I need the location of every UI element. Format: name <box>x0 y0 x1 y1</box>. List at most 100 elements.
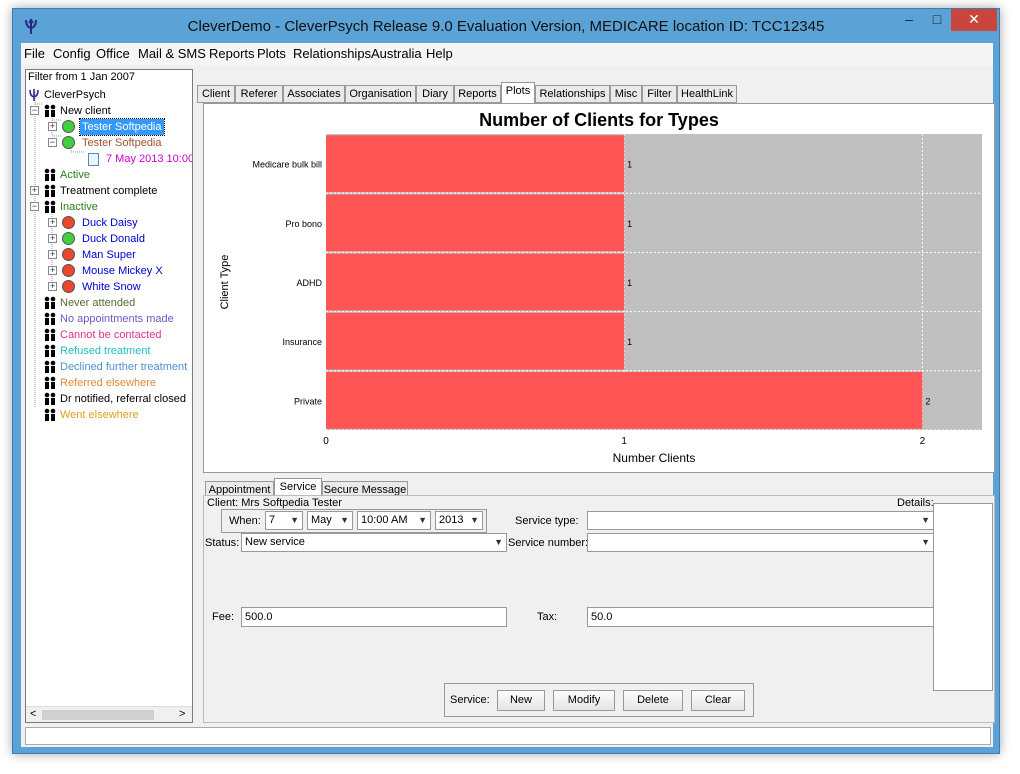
tree-label-client: White Snow <box>82 281 141 293</box>
service-number-label: Service number: <box>508 537 589 549</box>
tree-node-no-appointments[interactable]: No appointments made <box>30 311 190 327</box>
expand-icon[interactable]: + <box>48 250 57 259</box>
tree-node-client[interactable]: + Man Super <box>48 247 192 263</box>
service-number-select[interactable]: ▼ <box>587 533 934 552</box>
menu-mail-sms[interactable]: Mail & SMS <box>138 46 206 61</box>
expand-icon[interactable]: + <box>48 218 57 227</box>
collapse-icon[interactable]: − <box>48 138 57 147</box>
tab-misc[interactable]: Misc <box>610 85 642 103</box>
tree-node-appointment[interactable]: 7 May 2013 10:00 <box>84 151 193 167</box>
modify-button[interactable]: Modify <box>553 690 615 711</box>
tree-horizontal-scrollbar[interactable]: < > <box>26 706 192 722</box>
collapse-icon[interactable]: − <box>30 202 39 211</box>
tree-label-status: Went elsewhere <box>60 409 139 421</box>
fee-input[interactable]: 500.0 <box>241 607 507 627</box>
tree-node-treatment-complete[interactable]: + Treatment complete <box>30 183 190 199</box>
tree-node-client[interactable]: − Tester Softpedia <box>48 135 192 151</box>
client-area: File Config Office Mail & SMS Reports Pl… <box>21 43 995 747</box>
bar-value-label: 1 <box>627 160 632 170</box>
bar <box>326 194 625 252</box>
scrollbar-thumb[interactable] <box>42 710 154 720</box>
title-bar[interactable]: CleverDemo - CleverPsych Release 9.0 Eva… <box>13 9 999 43</box>
menu-australia[interactable]: Australia <box>371 46 422 61</box>
tree-node-active[interactable]: Active <box>30 167 190 183</box>
client-name-label: Client: Mrs Softpedia Tester <box>207 497 342 509</box>
people-icon <box>44 408 56 421</box>
bar-value-label: 1 <box>627 219 632 229</box>
tree-node-client[interactable]: + White Snow <box>48 279 192 295</box>
tab-referer[interactable]: Referer <box>235 85 283 103</box>
tree-label-client: Mouse Mickey X <box>82 265 163 277</box>
day-select[interactable]: 7 ▼ <box>265 511 303 530</box>
expand-icon[interactable]: + <box>48 234 57 243</box>
people-icon <box>44 312 56 325</box>
tree-node-never-attended[interactable]: Never attended <box>30 295 190 311</box>
expand-icon[interactable]: + <box>30 186 39 195</box>
client-tree-panel[interactable]: Filter from 1 Jan 2007 CleverPsych − New… <box>25 69 193 723</box>
clear-button[interactable]: Clear <box>691 690 745 711</box>
menu-plots[interactable]: Plots <box>257 46 286 61</box>
tree-node-client[interactable]: + Duck Daisy <box>48 215 192 231</box>
smiley-face-icon <box>62 136 75 149</box>
expand-icon[interactable]: + <box>48 122 57 131</box>
tab-healthlink[interactable]: HealthLink <box>677 85 737 103</box>
year-value: 2013 <box>439 514 464 526</box>
tree-node-new-client[interactable]: − New client <box>30 103 190 119</box>
tab-reports[interactable]: Reports <box>454 85 501 103</box>
tree-node-client[interactable]: + Tester Softpedia <box>48 118 192 136</box>
month-select[interactable]: May ▼ <box>307 511 353 530</box>
menu-config[interactable]: Config <box>53 46 91 61</box>
cleverpsych-logo-icon <box>29 89 39 101</box>
document-icon <box>88 153 99 166</box>
maximize-button[interactable]: □ <box>923 9 951 31</box>
time-select[interactable]: 10:00 AM ▼ <box>357 511 431 530</box>
tree-node-dr-notified[interactable]: Dr notified, referral closed <box>30 391 192 407</box>
new-button[interactable]: New <box>497 690 545 711</box>
tab-relationships[interactable]: Relationships <box>535 85 610 103</box>
tree-label-status: Declined further treatment <box>60 361 188 373</box>
year-select[interactable]: 2013 ▼ <box>435 511 483 530</box>
scroll-left-arrow-icon[interactable]: < <box>30 708 36 720</box>
delete-button[interactable]: Delete <box>623 690 683 711</box>
tree-label-status: Referred elsewhere <box>60 377 156 389</box>
tree-node-declined[interactable]: Declined further treatment <box>30 359 192 375</box>
tree-label-client: Man Super <box>82 249 136 261</box>
minimize-button[interactable]: – <box>895 9 923 31</box>
tab-client[interactable]: Client <box>197 85 235 103</box>
collapse-icon[interactable]: − <box>30 106 39 115</box>
menu-reports[interactable]: Reports <box>209 46 255 61</box>
tree-node-inactive[interactable]: − Inactive <box>30 199 190 215</box>
tab-associates[interactable]: Associates <box>283 85 345 103</box>
details-label: Details: <box>897 497 934 509</box>
tree-node-referred[interactable]: Referred elsewhere <box>30 375 190 391</box>
expand-icon[interactable]: + <box>48 266 57 275</box>
when-label: When: <box>229 515 261 527</box>
tree-node-client[interactable]: + Duck Donald <box>48 231 192 247</box>
tree-node-refused[interactable]: Refused treatment <box>30 343 190 359</box>
tab-organisation[interactable]: Organisation <box>345 85 416 103</box>
tree-label-appointment: 7 May 2013 10:00 <box>106 153 193 165</box>
status-select[interactable]: New service ▼ <box>241 533 507 552</box>
menu-file[interactable]: File <box>24 46 45 61</box>
fee-label: Fee: <box>212 611 235 623</box>
status-value: New service <box>245 536 305 548</box>
menu-office[interactable]: Office <box>96 46 130 61</box>
menu-relationships[interactable]: Relationships <box>293 46 371 61</box>
tree-node-cannot-contact[interactable]: Cannot be contacted <box>30 327 190 343</box>
tab-diary[interactable]: Diary <box>416 85 454 103</box>
tree-node-client[interactable]: + Mouse Mickey X <box>48 263 192 279</box>
category-label: Insurance <box>282 337 322 347</box>
bar <box>326 312 625 370</box>
scroll-right-arrow-icon[interactable]: > <box>179 708 185 720</box>
menu-help[interactable]: Help <box>426 46 453 61</box>
details-textarea[interactable] <box>933 503 993 691</box>
tree-node-went-elsewhere[interactable]: Went elsewhere <box>30 407 190 423</box>
app-window: CleverDemo - CleverPsych Release 9.0 Eva… <box>12 8 1000 754</box>
tab-filter[interactable]: Filter <box>642 85 677 103</box>
close-button[interactable]: ✕ <box>951 9 997 31</box>
expand-icon[interactable]: + <box>48 282 57 291</box>
service-type-select[interactable]: ▼ <box>587 511 934 530</box>
tax-input[interactable]: 50.0 <box>587 607 934 627</box>
tab-plots[interactable]: Plots <box>501 82 535 103</box>
smiley-face-icon <box>62 232 75 245</box>
